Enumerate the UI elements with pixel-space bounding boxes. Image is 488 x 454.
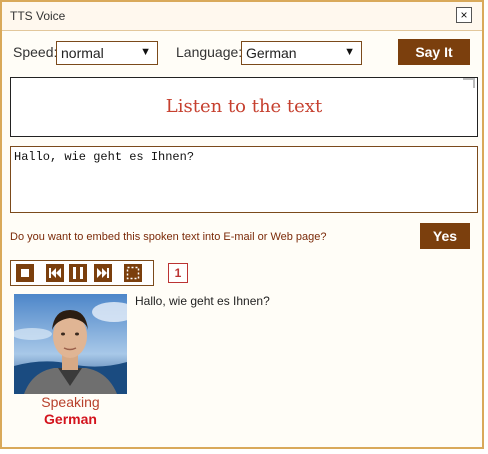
pause-button[interactable]	[69, 264, 87, 282]
chevron-down-icon: ▼	[140, 46, 151, 58]
speed-label: Speed:	[13, 44, 58, 60]
close-icon: ×	[460, 8, 468, 22]
listen-heading: Listen to the text	[165, 96, 323, 117]
speaker-language: German	[44, 411, 97, 427]
embed-question: Do you want to embed this spoken text in…	[10, 231, 327, 243]
close-button[interactable]: ×	[456, 7, 472, 23]
fullscreen-button[interactable]	[124, 264, 142, 282]
speaking-status: Speaking	[41, 394, 100, 410]
fullscreen-icon	[126, 266, 140, 280]
tts-voice-window: TTS Voice × Speed: normal ▼ Language: Ge…	[0, 0, 484, 449]
yes-button[interactable]: Yes	[420, 223, 470, 249]
pause-icon	[73, 267, 83, 279]
stop-button[interactable]	[16, 264, 34, 282]
fast-forward-icon	[97, 268, 109, 278]
window-title: TTS Voice	[10, 9, 66, 23]
say-it-button[interactable]: Say It	[398, 39, 470, 65]
speed-value: normal	[61, 45, 104, 61]
fast-forward-button[interactable]	[94, 264, 112, 282]
text-input[interactable]: Hallo, wie geht es Ihnen?	[10, 146, 478, 213]
speed-select[interactable]: normal ▼	[56, 41, 158, 65]
title-bar: TTS Voice ×	[2, 2, 482, 31]
speaker-avatar	[14, 294, 127, 394]
text-input-value: Hallo, wie geht es Ihnen?	[14, 150, 195, 164]
listen-panel: Listen to the text	[10, 77, 478, 137]
spoken-text: Hallo, wie geht es Ihnen?	[135, 294, 270, 308]
corner-decoration	[463, 78, 475, 88]
language-value: German	[246, 45, 297, 61]
rewind-button[interactable]	[46, 264, 64, 282]
page-number-badge[interactable]: 1	[168, 263, 188, 283]
chevron-down-icon: ▼	[344, 46, 355, 58]
stop-icon	[21, 269, 29, 277]
language-select[interactable]: German ▼	[241, 41, 362, 65]
playback-controls	[10, 260, 154, 286]
rewind-icon	[49, 268, 61, 278]
language-label: Language:	[176, 44, 243, 60]
